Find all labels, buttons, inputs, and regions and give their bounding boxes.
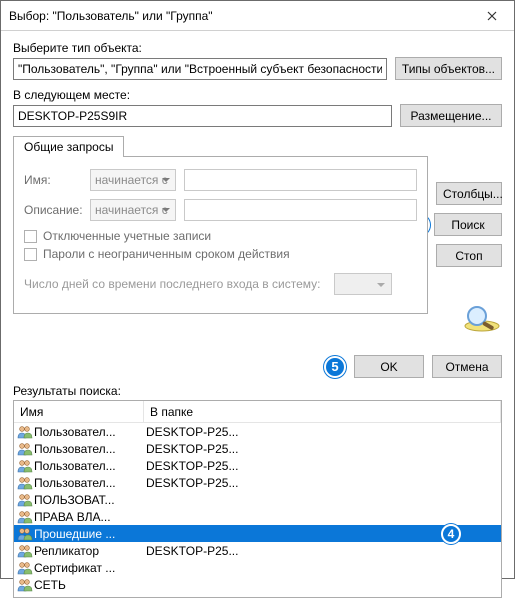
- desc-label: Описание:: [24, 203, 82, 217]
- badge-5: 5: [324, 356, 346, 378]
- window-title: Выбор: "Пользователь" или "Группа": [9, 9, 213, 23]
- tab-common-queries[interactable]: Общие запросы: [13, 136, 124, 157]
- results-list[interactable]: Имя В папке Пользовател...DESKTOP-P25...…: [13, 400, 502, 598]
- group-icon: [16, 476, 34, 490]
- cell-name: Пользовател...: [34, 425, 146, 439]
- object-type-label: Выберите тип объекта:: [13, 41, 387, 55]
- columns-button[interactable]: Столбцы...: [436, 182, 502, 205]
- results-label: Результаты поиска:: [13, 384, 502, 398]
- group-icon: [16, 510, 34, 524]
- group-icon: [16, 578, 34, 592]
- disabled-accounts-label: Отключенные учетные записи: [43, 229, 211, 243]
- ok-button[interactable]: OK: [354, 355, 424, 378]
- results-header: Имя В папке: [14, 401, 501, 423]
- queries-panel: Имя: Описание: Отключенные учетные запис…: [13, 156, 428, 314]
- group-icon: [16, 442, 34, 456]
- cell-name: Пользовател...: [34, 442, 146, 456]
- badge-4: 4: [441, 524, 461, 544]
- table-row[interactable]: Пользовател...DESKTOP-P25...: [14, 423, 501, 440]
- stop-button[interactable]: Стоп: [436, 244, 502, 267]
- cell-folder: DESKTOP-P25...: [146, 442, 501, 456]
- cell-folder: DESKTOP-P25...: [146, 425, 501, 439]
- desc-value-input[interactable]: [184, 199, 417, 221]
- group-icon: [16, 493, 34, 507]
- search-button[interactable]: Поиск: [434, 213, 502, 236]
- group-icon: [16, 544, 34, 558]
- location-label: В следующем месте:: [13, 88, 392, 102]
- table-row[interactable]: ПРАВА ВЛА...: [14, 508, 501, 525]
- table-row[interactable]: РепликаторDESKTOP-P25...: [14, 542, 501, 559]
- cell-name: Пользовател...: [34, 459, 146, 473]
- cell-name: ПОЛЬЗОВАТ...: [34, 493, 146, 507]
- group-icon: [16, 527, 34, 541]
- header-folder[interactable]: В папке: [144, 401, 501, 422]
- group-icon: [16, 561, 34, 575]
- group-icon: [16, 425, 34, 439]
- table-row[interactable]: ПОЛЬЗОВАТ...: [14, 491, 501, 508]
- location-field[interactable]: [13, 105, 392, 127]
- object-type-field[interactable]: [13, 58, 387, 80]
- group-icon: [16, 459, 34, 473]
- table-row[interactable]: Пользовател...DESKTOP-P25...: [14, 440, 501, 457]
- disabled-accounts-checkbox[interactable]: [24, 230, 37, 243]
- table-row[interactable]: Пользовател...DESKTOP-P25...: [14, 457, 501, 474]
- close-button[interactable]: [469, 1, 514, 31]
- cell-name: Репликатор: [34, 544, 146, 558]
- name-value-input[interactable]: [184, 169, 417, 191]
- days-select[interactable]: [334, 273, 392, 295]
- cancel-button[interactable]: Отмена: [432, 355, 502, 378]
- nonexpiring-passwords-label: Пароли с неограниченным сроком действия: [43, 247, 290, 261]
- object-types-button[interactable]: Типы объектов...: [395, 57, 502, 80]
- days-label: Число дней со времени последнего входа в…: [24, 277, 320, 291]
- cell-folder: DESKTOP-P25...: [146, 544, 501, 558]
- cell-name: Пользовател...: [34, 476, 146, 490]
- cell-folder: DESKTOP-P25...: [146, 476, 501, 490]
- close-icon: [487, 11, 497, 21]
- table-row[interactable]: Сертификат ...: [14, 559, 501, 576]
- cell-name: ПРАВА ВЛА...: [34, 510, 146, 524]
- magnifier-icon: [462, 303, 502, 333]
- cell-name: Сертификат ...: [34, 561, 146, 575]
- cell-name: СЕТЬ: [34, 578, 146, 592]
- nonexpiring-passwords-checkbox[interactable]: [24, 248, 37, 261]
- cell-folder: DESKTOP-P25...: [146, 459, 501, 473]
- locations-button[interactable]: Размещение...: [400, 104, 502, 127]
- desc-mode-select[interactable]: [90, 199, 176, 221]
- table-row[interactable]: Прошедшие ... 4: [14, 525, 501, 542]
- titlebar: Выбор: "Пользователь" или "Группа": [1, 1, 514, 31]
- name-mode-select[interactable]: [90, 169, 176, 191]
- header-name[interactable]: Имя: [14, 401, 144, 422]
- name-label: Имя:: [24, 173, 82, 187]
- table-row[interactable]: Пользовател...DESKTOP-P25...: [14, 474, 501, 491]
- cell-name: Прошедшие ...: [34, 527, 146, 541]
